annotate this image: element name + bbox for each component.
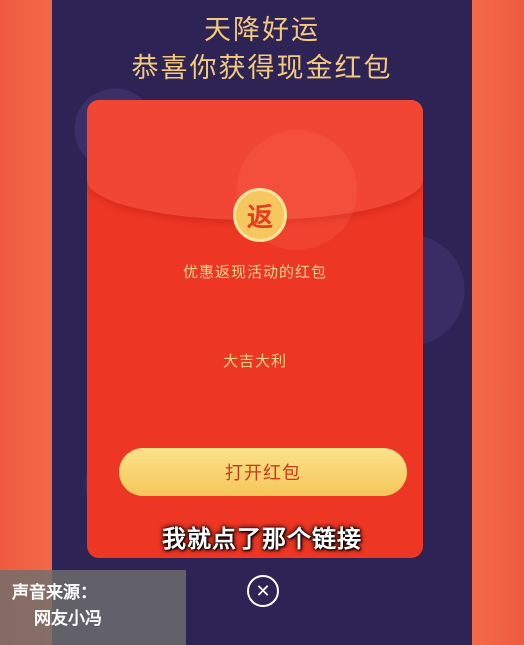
source-credit: 声音来源： 网友小冯 <box>0 570 186 645</box>
headline-line1: 天降好运 <box>204 15 320 46</box>
rebate-coin-icon: 返 <box>233 188 287 242</box>
headline: 天降好运 恭喜你获得现金红包 <box>52 12 472 88</box>
red-envelope: 返 优惠返现活动的红包 大吉大利 打开红包 <box>87 100 423 558</box>
video-caption: 我就点了那个链接 <box>162 525 362 553</box>
right-background <box>472 0 524 645</box>
close-icon[interactable]: ✕ <box>247 575 279 607</box>
envelope-blessing: 大吉大利 <box>222 352 287 370</box>
source-line1: 声音来源： <box>12 583 97 603</box>
headline-line2: 恭喜你获得现金红包 <box>131 53 393 84</box>
coin-char: 返 <box>246 202 273 233</box>
source-line2: 网友小冯 <box>34 609 102 629</box>
left-background <box>0 0 52 645</box>
close-glyph: ✕ <box>255 580 271 602</box>
envelope-subtitle: 优惠返现活动的红包 <box>182 263 327 281</box>
phone-screen: 天降好运 恭喜你获得现金红包 返 优惠返现活动的红包 大吉大利 打开红包 我就点… <box>52 0 472 645</box>
open-envelope-button[interactable]: 打开红包 <box>119 448 407 496</box>
